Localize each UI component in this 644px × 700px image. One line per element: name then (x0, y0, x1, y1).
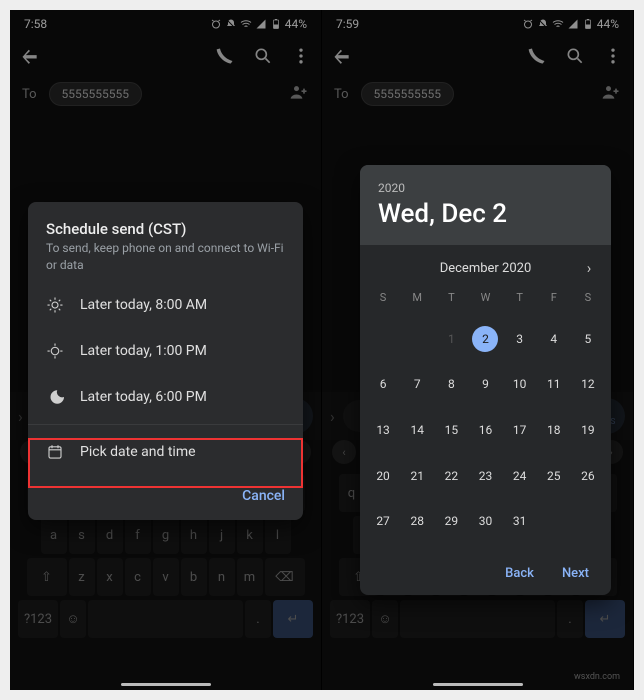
dialog-title: Schedule send (CST) (46, 220, 285, 238)
dow-header: S (366, 287, 400, 322)
date-header: 2020 Wed, Dec 2 (360, 165, 611, 245)
calendar-day[interactable]: 13 (366, 415, 400, 445)
calendar-day[interactable]: 3 (503, 324, 537, 354)
calendar-day[interactable]: 26 (571, 461, 605, 491)
calendar-day[interactable]: 4 (537, 324, 571, 354)
calendar-day[interactable]: 28 (400, 506, 434, 536)
calendar-day[interactable]: 22 (434, 461, 468, 491)
option-later-6pm[interactable]: Later today, 6:00 PM (28, 374, 303, 420)
date-string: Wed, Dec 2 (378, 199, 593, 229)
calendar-icon (46, 443, 64, 461)
calendar-day[interactable]: 14 (400, 415, 434, 445)
cancel-button[interactable]: Cancel (242, 488, 285, 504)
dialog-subtitle: To send, keep phone on and connect to Wi… (46, 240, 285, 274)
back-button[interactable]: Back (505, 566, 534, 581)
calendar-day[interactable]: 9 (468, 369, 502, 399)
option-pick-date-time[interactable]: Pick date and time (28, 424, 303, 479)
calendar-day[interactable]: 27 (366, 506, 400, 536)
evening-icon (46, 388, 64, 406)
calendar-day[interactable]: 25 (537, 461, 571, 491)
calendar-day[interactable]: 2 (468, 324, 502, 354)
dow-header: T (503, 287, 537, 322)
morning-icon (46, 296, 64, 314)
year-label[interactable]: 2020 (378, 181, 593, 195)
calendar-day[interactable]: 21 (400, 461, 434, 491)
calendar-day: 1 (434, 324, 468, 354)
month-label: December 2020 (440, 261, 532, 276)
calendar-day[interactable]: 6 (366, 369, 400, 399)
calendar-day[interactable]: 7 (400, 369, 434, 399)
calendar-day[interactable]: 16 (468, 415, 502, 445)
option-later-1pm[interactable]: Later today, 1:00 PM (28, 328, 303, 374)
calendar-day[interactable]: 5 (571, 324, 605, 354)
dow-header: F (537, 287, 571, 322)
calendar-day[interactable]: 31 (503, 506, 537, 536)
afternoon-icon (46, 342, 64, 360)
nav-bar[interactable] (322, 683, 633, 686)
dow-header: S (571, 287, 605, 322)
calendar-day[interactable]: 15 (434, 415, 468, 445)
phone-right: 7:59 44% To 5555555555 › SMS (322, 10, 634, 690)
schedule-send-dialog: Schedule send (CST) To send, keep phone … (28, 202, 303, 520)
date-picker-dialog: 2020 Wed, Dec 2 ‹ December 2020 › SMTWTF… (360, 165, 611, 595)
dow-header: M (400, 287, 434, 322)
calendar-day[interactable]: 24 (503, 461, 537, 491)
nav-bar[interactable] (10, 683, 321, 686)
calendar-day[interactable]: 29 (434, 506, 468, 536)
dow-header: T (434, 287, 468, 322)
calendar-day[interactable]: 11 (537, 369, 571, 399)
calendar-day[interactable]: 19 (571, 415, 605, 445)
calendar-day[interactable]: 30 (468, 506, 502, 536)
calendar-day[interactable]: 10 (503, 369, 537, 399)
watermark: wsxdn.com (574, 672, 620, 682)
month-nav: ‹ December 2020 › (360, 245, 611, 287)
option-later-8am[interactable]: Later today, 8:00 AM (28, 282, 303, 328)
calendar-day[interactable]: 12 (571, 369, 605, 399)
calendar-day[interactable]: 23 (468, 461, 502, 491)
calendar-day[interactable]: 17 (503, 415, 537, 445)
next-button[interactable]: Next (562, 566, 589, 581)
phone-left: 7:58 44% To 5555555555 › SMS (10, 10, 322, 690)
calendar-day[interactable]: 20 (366, 461, 400, 491)
calendar-day[interactable]: 18 (537, 415, 571, 445)
next-month-button[interactable]: › (575, 259, 603, 277)
calendar-grid: SMTWTFS123456789101112131415161718192021… (360, 287, 611, 556)
dow-header: W (468, 287, 502, 322)
calendar-day[interactable]: 8 (434, 369, 468, 399)
